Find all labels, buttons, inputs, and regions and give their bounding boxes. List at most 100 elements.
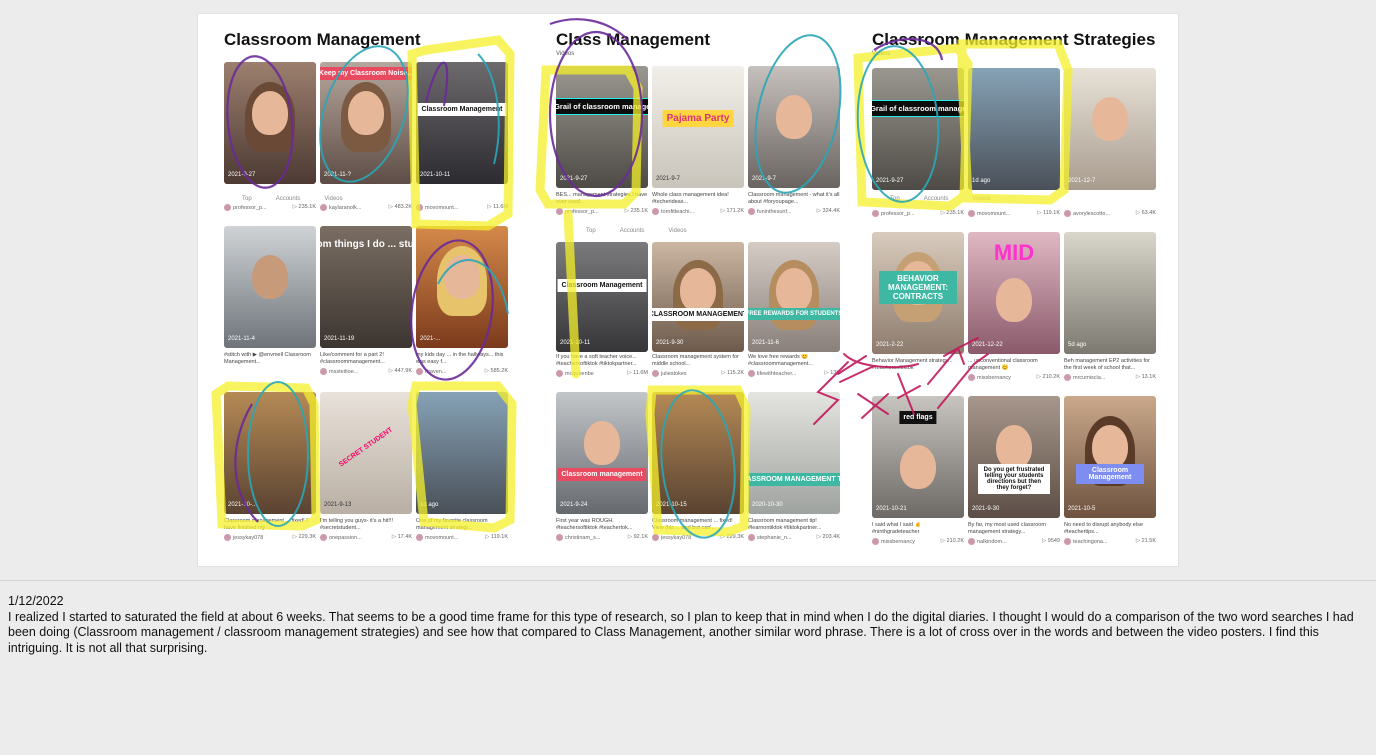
video-caption: By far, my most used classroom managemen… <box>968 522 1046 535</box>
tab-videos[interactable]: Videos <box>668 228 686 234</box>
tab-top[interactable]: Top <box>242 196 252 202</box>
video-caption: One of my favorite classroom management … <box>416 518 488 531</box>
video-thumbnail[interactable]: 2021-12-7 <box>1064 68 1156 190</box>
tab-top[interactable]: Top <box>586 228 596 234</box>
video-meta: funinthesunf... ▷ 324.4K <box>748 208 840 215</box>
video-meta: nalkindom... ▷ 9549 <box>968 538 1060 545</box>
video-caption: I'm telling you guys- it's a hit!!! #sec… <box>320 518 394 531</box>
video-thumbnail[interactable]: 2021-9-7 <box>748 66 840 188</box>
video-thumbnail[interactable]: Do you get frustrated telling your stude… <box>968 396 1060 518</box>
video-thumbnail[interactable]: Keep my Classroom Noise... 2021-11-? <box>320 62 412 184</box>
video-meta: movomount... ▷ 11.6M <box>416 204 508 211</box>
video-meta: tornfitteachi... ▷ 171.2K <box>652 208 744 215</box>
avatar <box>320 368 327 375</box>
video-meta: missbernancy ▷ 210.2K <box>968 374 1060 381</box>
video-thumbnail[interactable]: 1d ago <box>968 68 1060 190</box>
video-thumbnail[interactable]: Random things I do ... students 2021-11-… <box>320 226 412 348</box>
video-thumbnail[interactable]: 5d ago <box>1064 232 1156 354</box>
video-meta: missbernancy ▷ 210.2K <box>872 538 964 545</box>
tab-videos[interactable]: Videos <box>972 196 990 202</box>
video-meta: juliestokes ▷ 115.2K <box>652 370 744 377</box>
tab-videos[interactable]: Videos <box>324 196 342 202</box>
video-thumbnail[interactable]: Classroom Management 2021-10-11 <box>556 242 648 352</box>
video-meta: jessykay078 ▷ 229.3K <box>652 534 744 541</box>
journal-date: 1/12/2022 <box>8 594 64 608</box>
video-caption: ... unconventional classroom management … <box>968 358 1038 371</box>
column-title: Class Management <box>556 30 710 49</box>
video-meta: lifewithteacher... ▷ 13K <box>748 370 840 377</box>
avatar <box>320 534 327 541</box>
video-thumbnail[interactable]: Classroom management 2021-9-24 <box>556 392 648 514</box>
video-caption: Classroom management ... fixed! I have f… <box>224 518 308 531</box>
video-meta: christinam_s... ▷ 92.1K <box>556 534 648 541</box>
video-caption: We love free rewards 😊 #classroommanagem… <box>748 354 813 367</box>
video-thumbnail[interactable]: 1d ago <box>416 392 508 514</box>
video-row: Top Accounts Videos Classroom Management 2… <box>556 228 856 402</box>
video-thumbnail[interactable]: red flags 2021-10-21 <box>872 396 964 518</box>
video-caption: Behavior Management strategy... #teacher… <box>872 358 953 371</box>
column-class-management: Class Management Videos Holy Grail of cl… <box>556 14 856 566</box>
avatar <box>1064 374 1071 381</box>
video-meta: movomount... ▷ 119.1K <box>416 534 508 541</box>
search-tabs: Top Accounts Videos <box>242 196 367 202</box>
video-meta: kaylaranolk... ▷ 483.2K <box>320 204 412 211</box>
video-thumbnail[interactable]: FREE REWARDS FOR STUDENTS 2021-11-6 <box>748 242 840 352</box>
video-row: red flags 2021-10-21 Do you get frustrat… <box>872 396 1172 556</box>
video-row: Holy Grail of classroom management 2021-… <box>872 68 1172 228</box>
video-thumbnail[interactable]: Classroom Management 2021-10-11 <box>416 62 508 184</box>
video-meta: professor_p... ▷ 235.1K <box>556 208 648 215</box>
column-classroom-management-strategies: Classroom Management Strategies Videos H… <box>872 14 1172 566</box>
video-thumbnail[interactable]: CLASSROOM MANAGEMENT 2021-9-30 <box>652 242 744 352</box>
video-row: Classroom management 2021-9-24 2021-10-1… <box>556 392 856 552</box>
video-meta: professor_p... ▷ 235.1K <box>872 210 964 217</box>
video-thumbnail[interactable]: 2021-10-... <box>224 392 316 514</box>
video-meta: movomount... ▷ 119.1K <box>968 210 1060 217</box>
avatar <box>872 538 879 545</box>
avatar <box>652 208 659 215</box>
column-subtitle: Videos <box>872 51 891 57</box>
video-row: 2021-9-27 Keep my Classroom Noise... 202… <box>224 62 524 222</box>
video-thumbnail[interactable]: Classroom Management 2021-10-5 <box>1064 396 1156 518</box>
video-caption: Classroom management - what it's all abo… <box>748 192 840 205</box>
video-thumbnail[interactable]: 2021-10-15 <box>652 392 744 514</box>
video-row: 2021-11-4 Random things I do ... student… <box>224 226 524 386</box>
video-row: Holy Grail of classroom management 2021-… <box>556 66 856 226</box>
column-classroom-management: Classroom Management 2021-9-27 Keep my C… <box>224 14 524 566</box>
avatar <box>556 208 563 215</box>
video-meta: mrcumiscla... ▷ 13.1K <box>1064 374 1156 381</box>
video-caption: BES... management strategies I have ever… <box>556 192 648 205</box>
video-meta: mssteitioe... ▷ 447.9K <box>320 368 412 375</box>
video-thumbnail[interactable]: SECRET STUDENT 2021-9-13 <box>320 392 412 514</box>
column-title: Classroom Management <box>224 30 421 49</box>
video-caption: I said what I said 🤞 #ninthgradeteacher <box>872 522 922 535</box>
search-tabs: Top Accounts Videos <box>890 196 1015 202</box>
avatar <box>652 370 659 377</box>
tab-accounts[interactable]: Accounts <box>620 228 645 234</box>
video-caption: First year was ROUGH. #teachersoftiktok … <box>556 518 633 531</box>
video-thumbnail[interactable]: Holy Grail of classroom management 2021-… <box>556 66 648 188</box>
video-meta: teachingona... ▷ 21.5K <box>1064 538 1156 545</box>
video-caption: Classroom management ... fixed! View thi… <box>652 518 733 531</box>
avatar <box>416 534 423 541</box>
tab-accounts[interactable]: Accounts <box>924 196 949 202</box>
divider <box>0 580 1376 581</box>
video-meta: mcqueenbe ▷ 11.6M <box>556 370 648 377</box>
video-row: 2021-10-... SECRET STUDENT 2021-9-13 1d … <box>224 392 524 552</box>
video-thumbnail[interactable]: Pajama Party 2021-9-7 <box>652 66 744 188</box>
video-caption: No need to disrupt anybody else #teacher… <box>1064 522 1143 535</box>
video-thumbnail[interactable]: Holy Grail of classroom management 2021-… <box>872 68 964 190</box>
column-subtitle: Videos <box>556 51 575 57</box>
tab-top[interactable]: Top <box>890 196 900 202</box>
video-caption: Beh management EP2 activities for the fi… <box>1064 358 1150 371</box>
video-thumbnail[interactable]: 2021-... <box>416 226 508 348</box>
journal-text: I realized I started to saturated the fi… <box>8 609 1354 655</box>
video-caption: If you have a soft teacher voice... #tea… <box>556 354 637 367</box>
video-thumbnail[interactable]: CLASSROOM MANAGEMENT TIP! 2020-10-30 <box>748 392 840 514</box>
video-thumbnail[interactable]: 2021-11-4 <box>224 226 316 348</box>
tab-accounts[interactable]: Accounts <box>276 196 301 202</box>
video-thumbnail[interactable]: MID 2021-12-22 <box>968 232 1060 354</box>
avatar <box>748 208 755 215</box>
avatar <box>224 534 231 541</box>
video-thumbnail[interactable]: BEHAVIOR MANAGEMENT: CONTRACTS 2021-2-22 <box>872 232 964 354</box>
video-thumbnail[interactable]: 2021-9-27 <box>224 62 316 184</box>
